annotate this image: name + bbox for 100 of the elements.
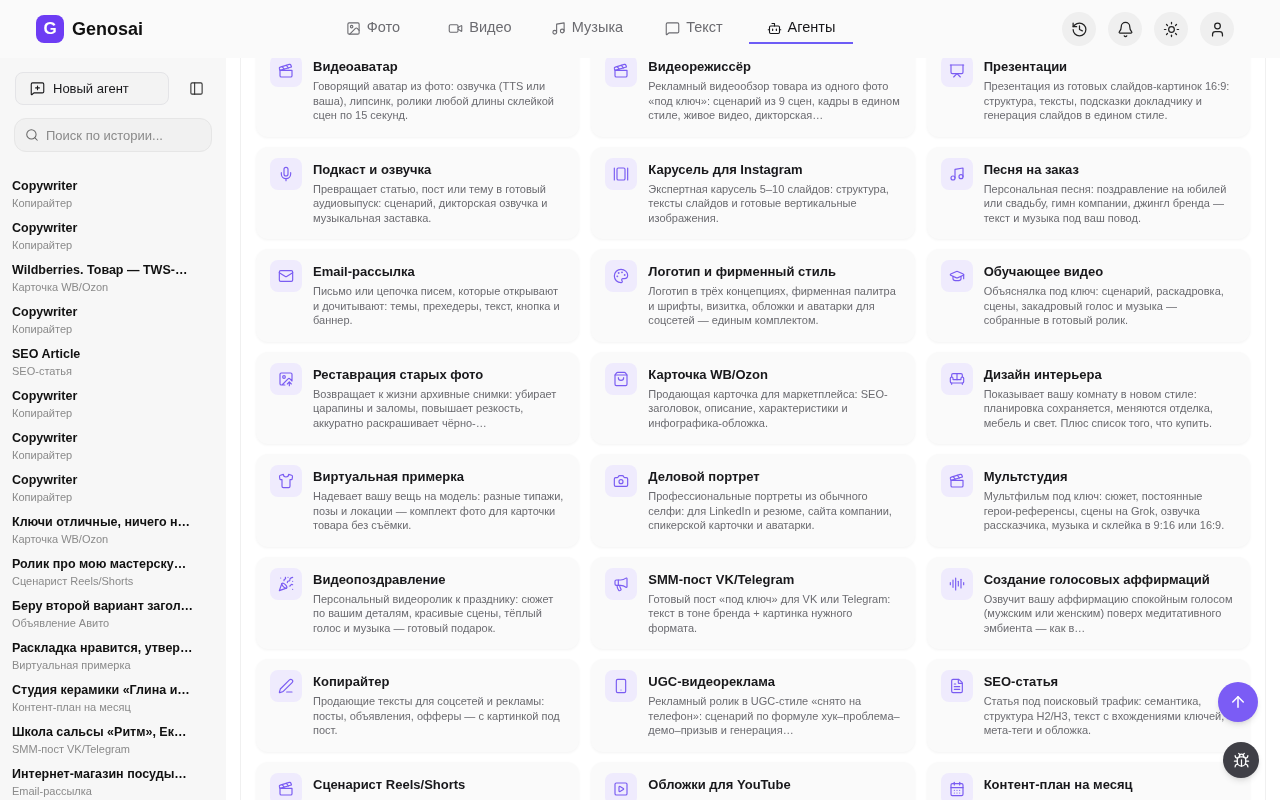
sidebar-toggle-icon[interactable] [189,81,204,96]
agent-card[interactable]: Видеоаватар Говорящий аватар из фото: озвучка (TTS или ваша), липсинк, ролики любой длины склейкой сцен по 15 секунд. [256,58,580,137]
agent-title: Видеоаватар [313,58,399,76]
agent-description: Презентация из готовых слайдов-картинок 16:9: структура, тексты, подсказки докладчику и генерация слайдов в едином стиле. [983,79,1231,123]
music-note-icon [550,20,566,36]
logo-mark[interactable]: G [36,15,64,43]
history-item-title[interactable]: Copywriter [12,178,214,195]
agent-description: Экспертная карусель 5–10 слайдов: структура, тексты слайдов и готовые вертикальные изображения. [648,181,890,225]
speech-bubble-icon [665,20,681,36]
agent-description: Продающая карточка для маркетплейса: SEO-заголовок, описание, характеристики и инфографика-обложка. [648,386,889,430]
history-item-title[interactable]: Школа сальсы «Ритм», Ек… [12,724,214,741]
history-item-title[interactable]: Интернет-магазин посуды… [12,766,214,783]
agent-description: Продающие тексты для соцсетей и рекламы: посты, объявления, офферы — с картинкой под пост. [313,694,561,738]
agent-card[interactable]: Презентации Презентация из готовых слайдов-картинок 16:9: структура, тексты, подсказки докладчику и генерация слайдов в едином стиле. [926,58,1250,137]
history-item-subtitle: SMM-пост VK/Telegram [12,742,131,757]
history-item-subtitle: SEO-статья [12,364,73,379]
history-item-title[interactable]: Раскладка нравится, утвер… [12,640,214,657]
bug-icon [1232,751,1250,769]
agent-title: Карусель для Instagram [648,160,804,179]
history-item-subtitle: Копирайтер [12,406,74,421]
brand-name[interactable]: Genosai [72,15,144,43]
agent-card[interactable]: Деловой портрет Профессиональные портреты из обычного селфи: для LinkedIn и резюме, сайта компании, спикерской карточки и аватарки. [591,454,915,547]
new-agent-button[interactable]: Новый агент [15,72,169,105]
history-item-subtitle: Объявление Авито [12,616,111,631]
history-item-title[interactable]: Ролик про мою мастерску… [12,556,214,573]
agent-card[interactable]: Карусель для Instagram Экспертная карусель 5–10 слайдов: структура, тексты слайдов и готовые вертикальные изображения. [591,146,915,239]
agent-card[interactable]: Карточка WB/Ozon Продающая карточка для маркетплейса: SEO-заголовок, описание, характеристики и инфографика-обложка. [591,351,915,444]
party-popper-icon [270,567,302,600]
agent-card[interactable]: Сценарист Reels/Shorts [256,761,580,800]
history-item-title[interactable]: SEO Article [12,346,214,363]
user-icon[interactable] [1200,12,1234,46]
agent-card[interactable]: Подкаст и озвучка Превращает статью, пост или тему в готовый аудиовыпуск: сценарий, дикторская озвучка и музыкальная заставка. [256,146,580,239]
history-item-title[interactable]: Copywriter [12,304,214,321]
history-item-subtitle: Карточка WB/Ozon [12,280,110,295]
history-item-subtitle: Копирайтер [12,490,74,505]
history-icon[interactable] [1062,12,1096,46]
sun-icon[interactable] [1154,12,1188,46]
history-item-title[interactable]: Copywriter [12,430,214,447]
agent-title: Сценарист Reels/Shorts [313,775,466,794]
pen-icon [270,670,302,702]
graduation-cap-icon [940,260,973,292]
history-item-title[interactable]: Ключи отличные, ничего н… [12,514,214,531]
nav-tab[interactable]: Агенты [749,14,853,44]
agent-card[interactable]: Обложки для YouTube [591,761,915,800]
agent-card[interactable]: SMM-пост VK/Telegram Готовый пост «под ключ» для VK или Telegram: текст в тоне бренда + картинка нужного формата. [591,556,915,649]
agent-description: Профессиональные портреты из обычного селфи: для LinkedIn и резюме, сайта компании, спикерской карточки и аватарки. [648,489,893,533]
agent-description: Персональная песня: поздравление на юбилей или свадьбу, гимн компании, джингл бренда — текст и музыка под ваш повод. [983,181,1228,225]
history-item-title[interactable]: Беру второй вариант загол… [12,598,214,615]
agent-card[interactable]: Email-рассылка Письмо или цепочка писем, которые открывают и дочитывают: темы, прехедеры, текст, кнопка и баннер. [256,249,580,342]
add-chat-icon [30,81,45,96]
history-item-title[interactable]: Студия керамики «Глина и… [12,682,214,699]
microphone-icon [270,157,302,190]
history-item-title[interactable]: Copywriter [12,388,214,405]
nav-tab[interactable]: Видео [428,14,532,44]
agent-title: Копирайтер [313,673,391,691]
agent-card[interactable]: Обучающее видео Объяснялка под ключ: сценарий, раскадровка, сцены, закадровый голос и музыка — собранные в готовый ролик. [926,249,1250,342]
agent-description: Возвращает к жизни архивные снимки: убирает царапины и заломы, повышает резкость, аккуратно раскрашивает чёрно-… [313,386,558,430]
nav-tab[interactable]: Текст [642,14,746,44]
agent-description: Письмо или цепочка писем, которые открывают и дочитывают: темы, прехедеры, текст, кнопка и баннер. [313,284,561,328]
agent-card[interactable]: Контент-план на месяц [926,761,1250,800]
audio-wave-icon [940,567,973,600]
agent-card[interactable]: UGC-видеореклама Рекламный ролик в UGC-стиле «снято на телефон»: сценарий по формуле хук–проблема–демо–призыв и генерация… [591,659,915,752]
agent-card[interactable]: Мультстудия Мультфильм под ключ: сюжет, постоянные герои-референсы, сцены на Grok, озвучка рассказчика, музыка и склейка в 9:16 или 16:9. [926,454,1250,547]
agent-card[interactable]: Виртуальная примерка Надевает вашу вещь на модель: разные типажи, позы и локации — комплект фото для карточки товара без съёмки. [256,454,580,547]
document-icon [940,670,973,702]
agent-card[interactable]: Реставрация старых фото Возвращает к жизни архивные снимки: убирает царапины и заломы, повышает резкость, аккуратно раскрашивает чёрно-… [256,351,580,444]
agent-card[interactable]: Видеорежиссёр Рекламный видеообзор товара из одного фото «под ключ»: сценарий из 9 сцен, кадры в едином стиле, живое видео, дикторская… [591,58,915,137]
search-field[interactable]: Поиск по истории... [14,118,212,152]
agent-title: Видеорежиссёр [648,58,752,76]
agent-card[interactable]: Копирайтер Продающие тексты для соцсетей и рекламы: посты, объявления, офферы — с картинкой под пост. [256,659,580,752]
music-note-icon [940,157,973,190]
agent-card[interactable]: Создание голосовых аффирмаций Озвучит вашу аффирмацию спокойным голосом (мужским или женским) поверх медитативного эмбиента — как в… [926,556,1250,649]
agent-title: Виртуальная примерка [313,468,465,486]
nav-tab[interactable]: Музыка [535,14,639,44]
carousel-icon [605,157,638,190]
history-item-title[interactable]: Wildberries. Товар — TWS-… [12,262,214,279]
agent-title: Деловой портрет [648,468,761,486]
agent-description: Логотип в трёх концепциях, фирменная палитра и шрифты, визитка, обложки и аватарки для соцсетей — единым комплектом. [648,284,897,328]
agent-card[interactable]: Песня на заказ Персональная песня: поздравление на юбилей или свадьбу, гимн компании, джингл бренда — текст и музыка под ваш повод. [926,146,1250,239]
agent-card[interactable]: Логотип и фирменный стиль Логотип в трёх концепциях, фирменная палитра и шрифты, визитка, обложки и аватарки для соцсетей — единым комплектом. [591,249,915,342]
agent-description: Превращает статью, пост или тему в готовый аудиовыпуск: сценарий, дикторская озвучка и музыкальная заставка. [313,181,549,225]
shirt-icon [270,465,302,497]
agent-card[interactable]: SEO-статья Статья под поисковый трафик: семантика, структура H2/H3, текст с вхождениями ключей, мета-теги и обложка. [926,659,1250,752]
palette-icon [605,260,638,292]
nav-tab[interactable]: Фото [321,14,425,44]
agent-card[interactable]: Дизайн интерьера Показывает вашу комнату в новом стиле: планировка сохраняется, меняются отделка, мебель и свет. Плюс список того, что купить. [926,351,1250,444]
agent-description: Готовый пост «под ключ» для VK или Telegram: текст в тоне бренда + картинка нужного формата. [648,591,892,635]
agent-description: Озвучит вашу аффирмацию спокойным голосом (мужским или женским) поверх медитативного эмбиента — как в… [983,591,1234,635]
agent-title: Подкаст и озвучка [313,160,433,179]
history-item-title[interactable]: Copywriter [12,220,214,237]
agent-description: Мультфильм под ключ: сюжет, постоянные герои-референсы, сцены на Grok, озвучка рассказчика, музыка и склейка в 9:16 или 16:9. [983,489,1226,533]
agent-description: Надевает вашу вещь на модель: разные типажи, позы и локации — комплект фото для карточки товара без съёмки. [313,489,565,533]
agent-card[interactable]: Видеопоздравление Персональный видеоролик к празднику: сюжет по вашим деталям, красивые сцены, тёплый голос и музыка — готовый подарок. [256,556,580,649]
agent-title: SMM-пост VK/Telegram [648,570,796,589]
agent-description: Говорящий аватар из фото: озвучка (TTS или ваша), липсинк, ролики любой длины склейкой сцен по 15 секунд. [313,79,555,123]
clapperboard-icon [270,772,302,800]
agent-title: Видеопоздравление [313,570,447,589]
bell-icon[interactable] [1108,12,1142,46]
history-item-title[interactable]: Copywriter [12,472,214,489]
history-item-subtitle: Копирайтер [12,196,74,211]
